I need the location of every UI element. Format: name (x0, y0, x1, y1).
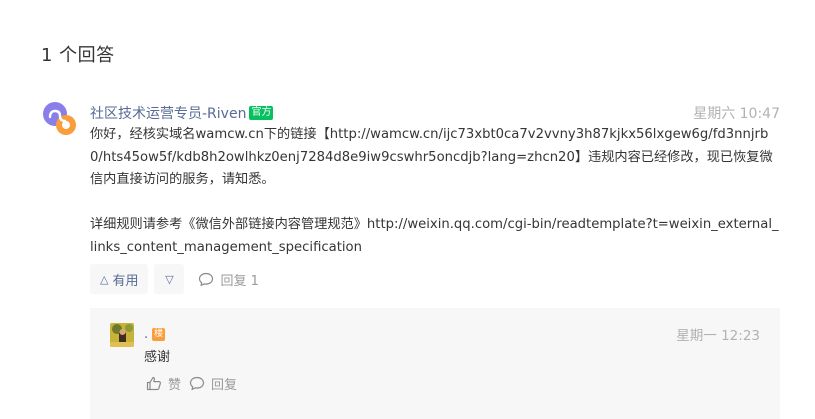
triangle-down-icon: ▽ (165, 272, 174, 286)
answer-paragraph: 你好，经核实域名wamcw.cn下的链接【http://wamcw.cn/ijc… (90, 127, 773, 187)
reply-header: . 楼 星期一 12:23 (144, 324, 760, 345)
answer-actions: △ 有用 ▽ 回复 1 (90, 264, 259, 294)
answer-author-link[interactable]: 社区技术运营专员-Riven (90, 103, 246, 123)
answer-timestamp: 星期六 10:47 (693, 106, 780, 122)
reply-author-link[interactable]: . (144, 327, 148, 342)
mini-program-logo-icon[interactable] (42, 101, 76, 135)
like-label: 赞 (168, 378, 182, 393)
reply-label: 回复 (211, 378, 238, 393)
answers-count-heading: 1 个回答 (41, 45, 115, 66)
reply-item: . 楼 星期一 12:23 感谢 赞 回复 (90, 308, 780, 419)
avatar[interactable] (110, 323, 134, 347)
useful-button[interactable]: △ 有用 (90, 264, 149, 294)
comment-bubble-icon (189, 376, 205, 391)
qa-answers-page: 1 个回答 社区技术运营专员-Riven 官方 星期六 10:47 你好，经核实… (0, 0, 815, 419)
useful-label: 有用 (112, 273, 139, 289)
downvote-button[interactable]: ▽ (154, 264, 185, 294)
reply-count-button[interactable]: 回复 1 (198, 270, 259, 289)
op-badge: 楼 (152, 327, 166, 341)
reply-timestamp: 星期一 12:23 (676, 328, 760, 344)
like-button[interactable]: 赞 (146, 374, 181, 393)
answer-content: 你好，经核实域名wamcw.cn下的链接【http://wamcw.cn/ijc… (90, 124, 780, 259)
reply-count-label: 回复 1 (220, 273, 259, 289)
reply-actions: 赞 回复 (146, 374, 245, 393)
thumbs-up-icon (146, 376, 161, 391)
official-badge: 官方 (249, 106, 274, 120)
comment-bubble-icon (199, 272, 214, 286)
answer-paragraph: 详细规则请参考《微信外部链接内容管理规范》http://weixin.qq.co… (90, 217, 779, 255)
answer-header: 社区技术运营专员-Riven 官方 星期六 10:47 (90, 103, 780, 123)
triangle-up-icon: △ (100, 272, 109, 286)
reply-text: 感谢 (144, 350, 171, 365)
reply-button[interactable]: 回复 (189, 374, 237, 393)
